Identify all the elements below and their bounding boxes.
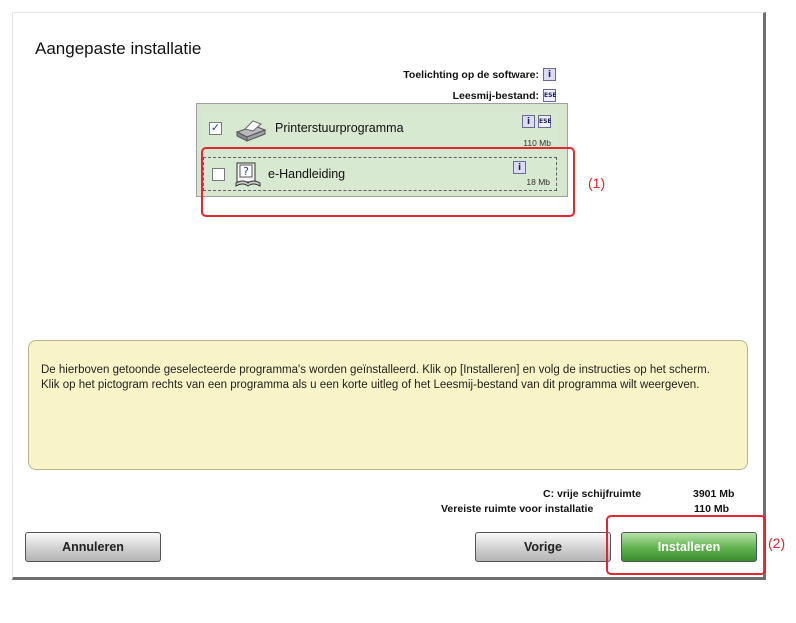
required-space-row: Vereiste ruimte voor installatie 110 Mb: [420, 503, 770, 512]
instruction-note: De hierboven getoonde geselecteerde prog…: [28, 340, 748, 470]
software-info-legend: Toelichting op de software: i: [403, 68, 556, 81]
cancel-button[interactable]: Annuleren: [25, 532, 161, 562]
printer-icon: [233, 118, 267, 147]
readme-icon: ESE: [543, 89, 557, 102]
info-icon: i: [543, 68, 556, 81]
installer-dialog: Aangepaste installatie Toelichting op de…: [12, 12, 766, 580]
required-space-value: 110 Mb: [694, 503, 730, 512]
software-info-label: Toelichting op de software:: [403, 68, 539, 81]
callout-label-1: (1): [588, 175, 606, 191]
required-space-label: Vereiste ruimte voor installatie: [441, 503, 594, 512]
callout-label-2: (2): [768, 535, 786, 551]
printer-driver-checkbox[interactable]: ✓: [209, 122, 222, 135]
callout-box-1: [201, 147, 575, 217]
dialog-title: Aangepaste installatie: [35, 39, 202, 58]
readme-legend: Leesmij-bestand: ESE: [452, 89, 557, 102]
free-space-label: C: vrije schijfruimte: [543, 488, 642, 500]
printer-driver-readme-icon[interactable]: ESE: [538, 115, 552, 128]
printer-driver-info-icon[interactable]: i: [522, 115, 535, 128]
readme-label: Leesmij-bestand:: [452, 89, 539, 102]
back-button[interactable]: Vorige: [475, 532, 611, 562]
callout-box-2: [606, 515, 766, 575]
free-space-value: 3901 Mb: [693, 488, 735, 500]
list-item-printer-driver[interactable]: ✓ Printerstuurprogramma i ESE 110 Mb: [203, 112, 557, 148]
printer-driver-icons: i ESE: [522, 115, 552, 128]
printer-driver-label: Printerstuurprogramma: [275, 121, 404, 135]
